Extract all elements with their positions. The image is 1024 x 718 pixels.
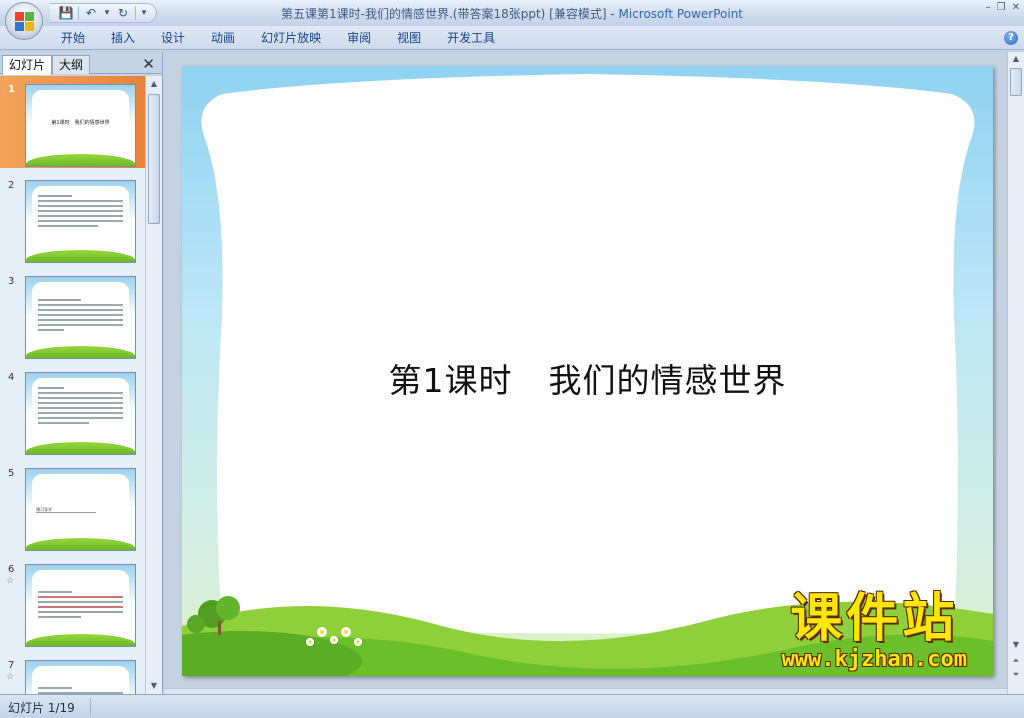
tab-home[interactable]: 开始 xyxy=(48,30,98,46)
scroll-thumb[interactable] xyxy=(1010,68,1022,96)
scroll-down-icon[interactable]: ▼ xyxy=(1008,638,1024,652)
next-slide-icon[interactable]: ⏷ xyxy=(1008,668,1024,682)
thumbnail-text-lines xyxy=(38,387,123,427)
window-controls: – ❐ ✕ xyxy=(986,2,1020,13)
slide-title-topic: 我们的情感世界 xyxy=(548,361,787,400)
close-icon[interactable]: ✕ xyxy=(1012,2,1020,13)
thumbnail-image: 预习导学 xyxy=(25,468,136,551)
minimize-icon[interactable]: – xyxy=(986,2,991,13)
scroll-down-icon[interactable]: ▼ xyxy=(146,678,162,694)
slide-thumbnail-5[interactable]: 5 预习导学 xyxy=(0,460,145,552)
title-bar: 💾 ↶ ▾ ↻ ▾ 第五课第1课时-我们的情感世界.(带答案18张ppt) [兼… xyxy=(0,0,1024,40)
slide-number: 2 xyxy=(8,180,15,191)
divider xyxy=(90,698,91,715)
status-bar: 幻灯片 1/19 xyxy=(0,694,1024,718)
slide-indicator: 幻灯片 1/19 xyxy=(8,701,75,715)
window-title: 第五课第1课时-我们的情感世界.(带答案18张ppt) [兼容模式] - Mic… xyxy=(0,5,1024,22)
maximize-icon[interactable]: ❐ xyxy=(997,2,1006,13)
watermark-logo: 课件站 www.kjzhan.com xyxy=(782,590,967,672)
tab-slides[interactable]: 幻灯片 xyxy=(2,55,53,75)
thumbnail-image: 第1课时 我们的情感世界 xyxy=(25,84,136,167)
slide-title[interactable]: 第1课时 我们的情感世界 xyxy=(182,354,993,402)
slide-thumbnail-1[interactable]: 1 第1课时 我们的情感世界 xyxy=(0,76,145,168)
tab-developer[interactable]: 开发工具 xyxy=(434,30,508,46)
tab-slideshow[interactable]: 幻灯片放映 xyxy=(248,30,334,46)
slides-pane: 幻灯片 大纲 ✕ 1 第1课时 我们的情感世界 2 3 4 5 预习导学 6 ☆… xyxy=(0,52,163,694)
scroll-thumb[interactable] xyxy=(148,94,160,224)
slide-title-lesson: 第1课时 xyxy=(388,361,513,400)
thumbnail-image xyxy=(25,276,136,359)
slide-number: 5 xyxy=(8,468,15,479)
slide-number: 1 xyxy=(8,84,15,95)
thumbnail-text-lines xyxy=(38,687,123,694)
thumbnail-text-lines xyxy=(38,591,123,621)
help-icon[interactable]: ? xyxy=(1004,31,1018,45)
watermark-url: www.kjzhan.com xyxy=(781,647,967,672)
ribbon-tabs: 开始 插入 设计 动画 幻灯片放映 审阅 视图 开发工具 xyxy=(48,30,508,46)
office-logo-icon xyxy=(15,12,34,31)
scroll-up-icon[interactable]: ▲ xyxy=(1008,52,1024,66)
thumbnail-image xyxy=(25,564,136,647)
tab-insert[interactable]: 插入 xyxy=(98,30,148,46)
slide-number: 3 xyxy=(8,276,15,287)
office-button[interactable] xyxy=(5,2,43,40)
ribbon: 开始 插入 设计 动画 幻灯片放映 审阅 视图 开发工具 ? xyxy=(0,26,1024,50)
tab-design[interactable]: 设计 xyxy=(148,30,198,46)
editor-scrollbar[interactable]: ▲ ▼ ⏶ ⏷ xyxy=(1007,52,1024,694)
animation-star-icon: ☆ xyxy=(6,576,15,586)
tab-outline[interactable]: 大纲 xyxy=(52,55,91,74)
previous-slide-icon[interactable]: ⏶ xyxy=(1008,654,1024,668)
close-pane-icon[interactable]: ✕ xyxy=(142,55,155,73)
slide-number: 6 xyxy=(8,564,15,575)
thumbnail-image xyxy=(25,372,136,455)
slide-editor: 第1课时 我们的情感世界 课件站 www.kjzhan.com ▲ ▼ ⏶ ⏷ xyxy=(164,52,1024,694)
slide-thumbnail-3[interactable]: 3 xyxy=(0,268,145,360)
slide-number: 7 xyxy=(8,660,15,671)
thumbnails-scrollbar[interactable]: ▲ ▼ xyxy=(145,76,162,694)
slide-thumbnail-7[interactable]: 7 ☆ xyxy=(0,652,145,694)
tab-view[interactable]: 视图 xyxy=(384,30,434,46)
tab-review[interactable]: 审阅 xyxy=(334,30,384,46)
tab-animations[interactable]: 动画 xyxy=(198,30,248,46)
thumbnail-text-lines xyxy=(38,299,123,334)
scroll-up-icon[interactable]: ▲ xyxy=(146,76,162,92)
animation-star-icon: ☆ xyxy=(6,672,15,682)
thumbnail-image xyxy=(25,180,136,263)
slide-thumbnail-6[interactable]: 6 ☆ xyxy=(0,556,145,648)
slide-thumbnail-2[interactable]: 2 xyxy=(0,172,145,264)
slide-number: 4 xyxy=(8,372,15,383)
slide-thumbnail-4[interactable]: 4 xyxy=(0,364,145,456)
slide-thumbnails: 1 第1课时 我们的情感世界 2 3 4 5 预习导学 6 ☆ 7 ☆ xyxy=(0,76,145,694)
thumbnail-text-lines xyxy=(38,195,123,230)
slide-canvas[interactable]: 第1课时 我们的情感世界 课件站 www.kjzhan.com xyxy=(182,66,993,676)
thumbnail-heading: 预习导学 xyxy=(36,507,96,513)
pane-tabs: 幻灯片 大纲 ✕ xyxy=(0,54,163,75)
document-title: 第五课第1课时-我们的情感世界.(带答案18张ppt) [兼容模式] - xyxy=(281,7,619,21)
thumbnail-image xyxy=(25,660,136,694)
thumbnail-title: 第1课时 我们的情感世界 xyxy=(51,120,110,126)
watermark-chinese: 课件站 xyxy=(790,589,959,649)
app-name: Microsoft PowerPoint xyxy=(618,7,744,21)
